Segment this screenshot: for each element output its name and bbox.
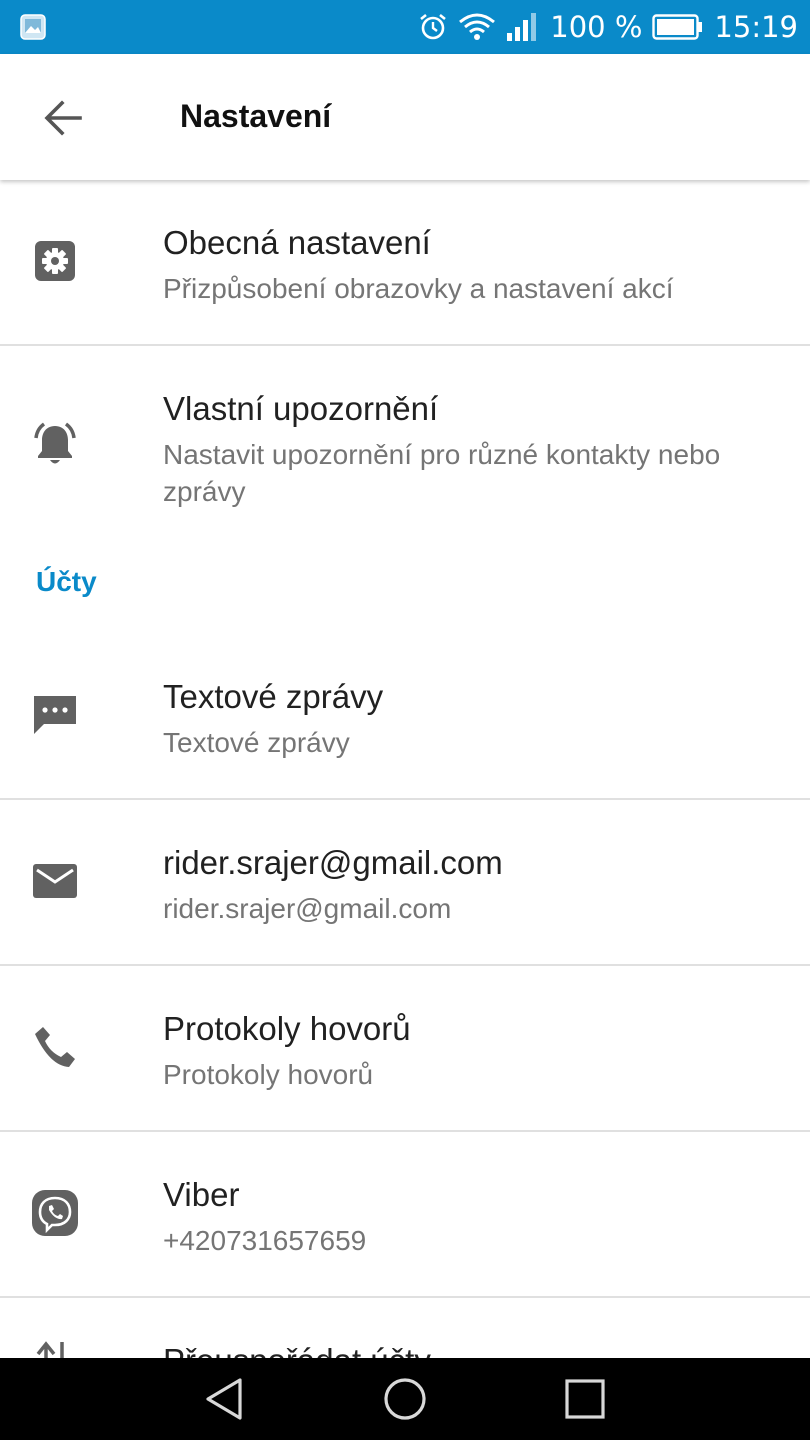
item-subtitle: Nastavit upozornění pro různé kontakty n… xyxy=(163,439,721,507)
list-item-text-messages[interactable]: Textové zprávy Textové zprávy xyxy=(0,650,810,798)
gear-icon xyxy=(35,241,75,281)
item-title: Obecná nastavení xyxy=(163,224,431,261)
clock: 15:19 xyxy=(714,10,798,44)
item-title: Vlastní upozornění xyxy=(163,390,439,427)
item-subtitle: +420731657659 xyxy=(163,1225,367,1256)
list-item-call-logs[interactable]: Protokoly hovorů Protokoly hovorů xyxy=(0,966,810,1130)
settings-list: Obecná nastavení Přizpůsobení obrazovky … xyxy=(0,180,810,1358)
item-subtitle: Protokoly hovorů xyxy=(163,1059,374,1090)
list-item-custom-notifications[interactable]: Vlastní upozornění Nastavit upozornění p… xyxy=(0,346,810,552)
section-title: Účty xyxy=(36,566,97,597)
list-item-reorder-accounts[interactable]: Přeuspořádat účty xyxy=(0,1298,810,1358)
message-icon xyxy=(34,696,76,734)
recents-square-icon[interactable] xyxy=(562,1376,608,1422)
home-circle-icon[interactable] xyxy=(382,1376,428,1422)
item-title: rider.srajer@gmail.com xyxy=(163,844,503,881)
list-item-email-account[interactable]: rider.srajer@gmail.com rider.srajer@gmai… xyxy=(0,800,810,964)
mail-icon xyxy=(33,864,77,898)
item-title: Viber xyxy=(163,1176,240,1213)
navigation-bar xyxy=(0,1358,810,1440)
battery-icon xyxy=(652,14,703,40)
status-bar: 100 % 15:19 xyxy=(0,0,810,54)
list-item-general-settings[interactable]: Obecná nastavení Přizpůsobení obrazovky … xyxy=(0,180,810,344)
alarm-icon xyxy=(420,13,447,40)
wifi-icon xyxy=(459,13,496,40)
reorder-icon xyxy=(36,1341,64,1358)
battery-percentage: 100 % xyxy=(550,10,643,44)
gallery-icon xyxy=(20,14,46,40)
item-subtitle: Textové zprávy xyxy=(163,727,350,758)
list-item-viber[interactable]: Viber +420731657659 xyxy=(0,1132,810,1296)
back-triangle-icon[interactable] xyxy=(202,1376,248,1422)
viber-icon xyxy=(32,1190,78,1236)
section-header-accounts: Účty xyxy=(0,552,810,650)
arrow-back-icon[interactable] xyxy=(38,93,88,143)
item-subtitle: rider.srajer@gmail.com xyxy=(163,893,452,924)
item-title: Protokoly hovorů xyxy=(163,1010,411,1047)
item-title: Textové zprávy xyxy=(163,678,384,715)
phone-icon xyxy=(35,1027,75,1067)
bell-icon xyxy=(34,422,76,464)
item-subtitle: Přizpůsobení obrazovky a nastavení akcí xyxy=(163,273,674,304)
page-title: Nastavení xyxy=(180,98,332,134)
app-bar: Nastavení xyxy=(0,54,810,180)
item-title: Přeuspořádat účty xyxy=(163,1342,431,1358)
signal-icon xyxy=(507,13,537,41)
